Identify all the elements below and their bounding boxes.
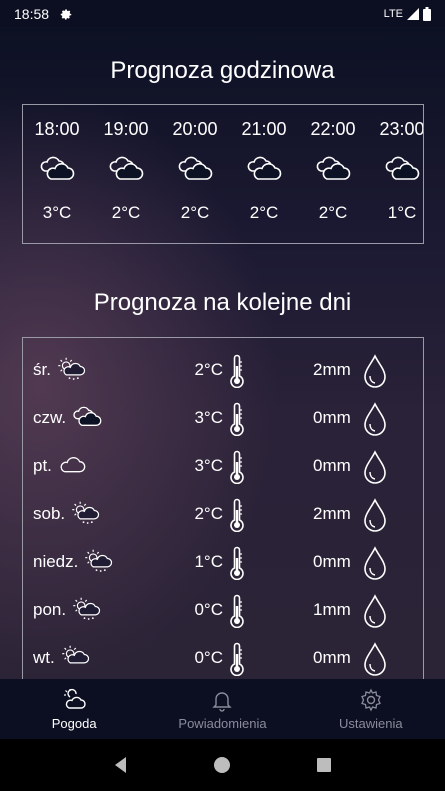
daily-row: sob. 2°C 2mm — [23, 492, 423, 540]
day-name: wt. — [33, 648, 55, 667]
day-temperature: 1°C — [194, 552, 223, 571]
thermometer-icon — [230, 450, 244, 484]
day-temperature: 2°C — [194, 360, 223, 379]
day-name: śr. — [33, 360, 51, 379]
home-button[interactable] — [212, 755, 232, 775]
day-temperature: 2°C — [194, 504, 223, 523]
thermometer-icon — [230, 642, 244, 676]
signal-icon — [407, 7, 419, 20]
cloudy-icon — [40, 156, 75, 180]
raindrop-icon — [364, 546, 386, 580]
status-time: 18:58 — [14, 5, 50, 22]
hourly-temperature: 1°C — [387, 203, 417, 222]
hourly-time: 23:00 — [379, 119, 424, 139]
nav-tab-weather[interactable]: Pogoda — [0, 679, 148, 739]
raindrop-icon — [364, 498, 386, 532]
partly-cloudy-snow-icon — [58, 357, 86, 380]
bottom-navigation: Pogoda Powiadomienia Ustawienia — [0, 679, 445, 739]
cloudy-icon — [247, 156, 282, 180]
status-bar: 18:58 LTE — [0, 0, 445, 27]
day-name: czw. — [33, 408, 67, 427]
battery-icon — [423, 6, 431, 21]
hourly-forecast-title: Prognoza godzinowa — [110, 57, 335, 84]
daily-forecast-panel[interactable]: śr. 2°C 2mm czw. 3°C 0mm pt. 3°C 0mm sob. 2°C 2mm ni… — [22, 337, 424, 679]
hourly-time: 19:00 — [103, 119, 149, 139]
thermometer-icon — [230, 354, 244, 388]
day-temperature: 0°C — [194, 648, 223, 667]
day-precipitation: 0mm — [313, 456, 351, 475]
daily-forecast-title: Prognoza na kolejne dni — [93, 289, 352, 316]
partly-cloudy-snow-icon — [85, 549, 113, 572]
hourly-item: 21:00 2°C — [229, 105, 299, 243]
day-temperature: 3°C — [194, 408, 223, 427]
network-type: LTE — [383, 7, 403, 20]
hourly-time: 22:00 — [310, 119, 356, 139]
system-navigation-bar — [0, 739, 445, 791]
day-precipitation: 1mm — [313, 600, 351, 619]
nav-tab-label: Pogoda — [51, 716, 97, 731]
partly-cloudy-snow-icon — [72, 501, 100, 524]
nav-tab-label: Powiadomienia — [178, 716, 267, 731]
raindrop-icon — [364, 642, 386, 676]
cloudy-icon — [316, 156, 351, 180]
day-precipitation: 0mm — [313, 552, 351, 571]
day-name: sob. — [33, 504, 66, 523]
daily-row: wt. 0°C 0mm — [23, 636, 423, 679]
raindrop-icon — [364, 594, 386, 628]
hourly-time: 18:00 — [34, 119, 80, 139]
day-precipitation: 0mm — [313, 648, 351, 667]
hourly-temperature: 2°C — [180, 203, 210, 222]
day-precipitation: 2mm — [313, 504, 351, 523]
day-name: niedz. — [33, 552, 79, 571]
hourly-item: 23:00 1°C — [367, 105, 424, 243]
raindrop-icon — [364, 450, 386, 484]
daily-row: niedz. 1°C 0mm — [23, 540, 423, 588]
day-name: pon. — [33, 600, 67, 619]
status-icons: LTE — [383, 6, 431, 21]
nav-tab-bell[interactable]: Powiadomienia — [148, 679, 296, 739]
bell-icon — [212, 692, 233, 712]
thermometer-icon — [230, 546, 244, 580]
hourly-temperature: 2°C — [249, 203, 279, 222]
thermometer-icon — [230, 402, 244, 436]
day-precipitation: 0mm — [313, 408, 351, 427]
raindrop-icon — [364, 354, 386, 388]
gear-icon — [360, 688, 381, 712]
hourly-item: 18:00 3°C — [23, 105, 92, 243]
day-temperature: 0°C — [194, 600, 223, 619]
hourly-temperature: 2°C — [318, 203, 348, 222]
cloudy-icon — [109, 156, 144, 180]
recents-button[interactable] — [314, 755, 334, 775]
day-precipitation: 2mm — [313, 360, 351, 379]
weather-icon — [64, 688, 86, 709]
cloudy-icon — [178, 156, 213, 180]
daily-row: śr. 2°C 2mm — [23, 348, 423, 396]
day-name: pt. — [33, 456, 52, 475]
hourly-time: 21:00 — [241, 119, 287, 139]
settings-gear-icon — [60, 8, 72, 20]
hourly-temperature: 2°C — [111, 203, 141, 222]
partly-cloudy-icon — [62, 645, 90, 664]
raindrop-icon — [364, 402, 386, 436]
nav-tab-label: Ustawienia — [339, 716, 403, 731]
cloud-icon — [60, 457, 86, 473]
hourly-forecast-panel[interactable]: 18:00 3°C 19:00 2°C 20:00 2°C 21:00 2°C 22:00 2°C… — [22, 104, 424, 244]
hourly-time: 20:00 — [172, 119, 218, 139]
hourly-item: 22:00 2°C — [298, 105, 368, 243]
day-temperature: 3°C — [194, 456, 223, 475]
daily-row: pt. 3°C 0mm — [23, 444, 423, 492]
cloudy-icon — [385, 156, 420, 180]
weather-screen: Prognoza godzinowa 18:00 3°C 19:00 2°C 20:00… — [0, 27, 445, 679]
thermometer-icon — [230, 498, 244, 532]
back-button[interactable] — [111, 755, 131, 775]
cloudy-icon — [73, 406, 102, 426]
daily-row: pon. 0°C 1mm — [23, 588, 423, 636]
hourly-temperature: 3°C — [42, 203, 72, 222]
hourly-item: 19:00 2°C — [91, 105, 161, 243]
nav-tab-gear[interactable]: Ustawienia — [297, 679, 445, 739]
partly-cloudy-snow-icon — [73, 597, 101, 620]
hourly-item: 20:00 2°C — [160, 105, 230, 243]
daily-row: czw. 3°C 0mm — [23, 396, 423, 444]
thermometer-icon — [230, 594, 244, 628]
